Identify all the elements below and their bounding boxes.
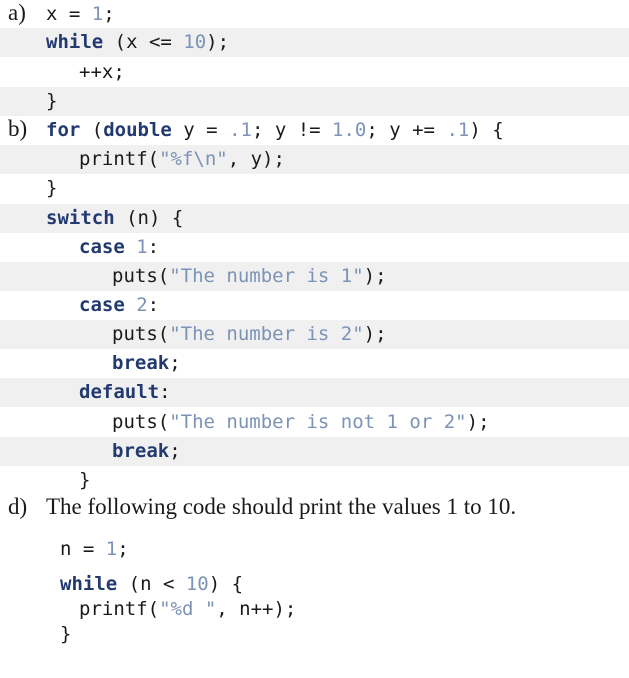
number-literal: 2 — [136, 294, 148, 316]
code-line-a3: ++x; — [0, 58, 629, 87]
code-text: } — [79, 469, 91, 491]
code-line-b1: for (double y = .1; y != 1.0; y += .1) { — [0, 116, 629, 145]
code-text: ; — [169, 440, 181, 462]
code-text: ; — [103, 3, 115, 25]
code-text: : — [147, 236, 160, 258]
code-text: printf( — [79, 598, 160, 620]
number-literal: .1 — [446, 119, 470, 141]
string-literal: "%d " — [159, 598, 217, 620]
code-line-d4: } — [0, 620, 629, 649]
code-text: (x <= — [103, 31, 184, 53]
code-text: ); — [206, 31, 230, 53]
string-literal: "The number is not 1 or 2" — [169, 411, 467, 433]
code-text: ++x; — [79, 61, 125, 83]
number-literal: 1.0 — [332, 119, 367, 141]
part-d-description: The following code should print the valu… — [46, 494, 517, 519]
code-text: ); — [363, 323, 387, 345]
code-text: (n < — [117, 573, 186, 595]
code-line-c5: puts("The number is 2"); — [0, 320, 629, 349]
code-text: puts( — [112, 265, 170, 287]
number-literal: 1 — [105, 538, 118, 560]
number-literal: .1 — [229, 119, 252, 141]
code-text: (n) { — [114, 207, 184, 229]
code-line-a2: while (x <= 10); — [0, 28, 629, 57]
code-line-c4: case 2: — [0, 291, 629, 320]
code-line-c7: default: — [0, 378, 629, 407]
string-literal: "%f\n" — [159, 148, 228, 170]
code-text: ( — [80, 119, 104, 141]
code-line-b2: printf("%f\n", y); — [0, 145, 629, 174]
keyword: default — [79, 381, 160, 403]
code-text: } — [60, 623, 72, 645]
code-text: ; — [117, 538, 129, 560]
code-text: ; y += — [366, 119, 447, 141]
keyword: break — [112, 352, 170, 374]
keyword: case — [79, 294, 125, 316]
keyword: for — [46, 119, 81, 141]
code-text: puts( — [112, 323, 170, 345]
code-text: ); — [363, 265, 387, 287]
keyword: while — [46, 31, 104, 53]
code-line-c10: } — [0, 466, 629, 495]
code-text: ; y != — [251, 119, 333, 141]
code-line-c8: puts("The number is not 1 or 2"); — [0, 408, 629, 437]
number-literal: 1 — [136, 236, 148, 258]
code-text: ) { — [208, 573, 244, 595]
code-text: : — [147, 294, 160, 316]
code-line-b3: } — [0, 174, 629, 203]
number-literal: 10 — [183, 31, 207, 53]
code-text: x = — [46, 3, 92, 25]
code-line-a4: } — [0, 87, 629, 116]
code-text: : — [159, 381, 171, 403]
code-line-c6: break; — [0, 349, 629, 378]
number-literal: 1 — [91, 3, 104, 25]
code-text: } — [46, 177, 58, 199]
keyword: while — [60, 573, 118, 595]
code-text: ) { — [469, 119, 504, 141]
number-literal: 10 — [185, 573, 209, 595]
code-line-c3: puts("The number is 1"); — [0, 262, 629, 291]
code-line-c2: case 1: — [0, 233, 629, 262]
keyword: switch — [46, 207, 115, 229]
code-line-d1: n = 1; — [0, 535, 629, 564]
code-text: ; — [169, 352, 181, 374]
string-literal: "The number is 1" — [169, 265, 364, 287]
code-text: , n++); — [216, 598, 297, 620]
keyword: break — [112, 440, 170, 462]
code-line-c1: switch (n) { — [0, 204, 629, 233]
page: { "labels": {"a": "a)", "b": "b)", "c": … — [0, 0, 629, 655]
keyword: double — [103, 119, 172, 141]
code-text: y = — [171, 119, 230, 141]
code-text: } — [46, 90, 58, 112]
code-text: printf( — [79, 148, 160, 170]
code-line-c9: break; — [0, 437, 629, 466]
keyword: case — [79, 236, 125, 258]
string-literal: "The number is 2" — [169, 323, 364, 345]
code-text: ); — [466, 411, 490, 433]
code-text: puts( — [112, 411, 170, 433]
code-line-a1: x = 1; — [0, 0, 629, 29]
part-d-label: d) — [8, 494, 28, 519]
code-text: n = — [60, 538, 106, 560]
code-text: , y); — [227, 148, 285, 170]
